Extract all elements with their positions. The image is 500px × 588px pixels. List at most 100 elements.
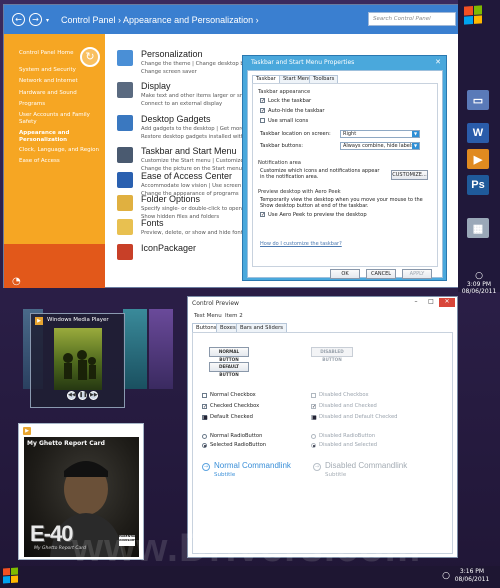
right-checkbox-2[interactable]: ■ — [311, 415, 317, 421]
normal-radio[interactable] — [202, 434, 207, 439]
apply-button[interactable]: APPLY — [402, 269, 432, 279]
arrow-right-icon: → — [313, 463, 321, 471]
category-icon — [117, 50, 133, 66]
previous-button[interactable]: ◀◀ — [67, 391, 76, 400]
selected-radio-label: Selected RadioButton — [210, 442, 267, 448]
normal-button[interactable]: NORMAL BUTTON — [209, 347, 249, 362]
explorer-icon[interactable]: ▦ — [467, 218, 489, 238]
lock-taskbar-checkbox[interactable]: ✓ — [260, 98, 265, 104]
disabled-button[interactable]: DISABLED BUTTON — [311, 347, 353, 362]
search-input[interactable]: Search Control Panel — [368, 12, 456, 26]
menu-test-menu[interactable]: Test Menu — [194, 313, 222, 319]
normal-commandlink[interactable]: → Normal Commandlink Subtitle — [202, 461, 292, 483]
category-icon — [117, 82, 133, 98]
album-thumbnail[interactable] — [123, 309, 147, 389]
dialog-title: Taskbar and Start Menu Properties — [251, 59, 355, 66]
right-checkbox-label: Disabled and Default Checked — [319, 414, 398, 420]
buttons-label: Taskbar buttons: — [260, 143, 304, 149]
aero-peek-checkbox[interactable]: ✓ — [260, 212, 265, 218]
category-title[interactable]: Display — [141, 81, 171, 91]
clock-bottom[interactable]: 3:16 PM 08/06/2011 — [452, 568, 492, 584]
album-thumbnail[interactable] — [149, 309, 173, 389]
category-title[interactable]: IconPackager — [141, 243, 196, 253]
breadcrumb[interactable]: Control Panel › Appearance and Personali… — [61, 15, 259, 25]
sidebar-item-hardware[interactable]: Hardware and Sound — [19, 90, 103, 97]
buttons-select[interactable]: Always combine, hide labels ▼ — [340, 142, 420, 150]
category-task-link[interactable]: Change screen saver — [141, 69, 197, 75]
right-checkbox-1[interactable]: ✓ — [311, 404, 316, 410]
chevron-down-icon: ▼ — [412, 143, 419, 149]
disabled-selected-radio[interactable] — [311, 443, 316, 448]
customize-button[interactable]: CUSTOMIZE... — [391, 170, 428, 180]
left-checkbox-0[interactable] — [202, 393, 207, 398]
sidebar-item-home[interactable]: Control Panel Home — [19, 50, 103, 57]
history-dropdown-icon[interactable]: ▾ — [46, 17, 49, 24]
category-title[interactable]: Personalization — [141, 49, 203, 59]
rss-icon[interactable]: ◔ — [12, 276, 26, 290]
ok-button[interactable]: OK — [330, 269, 360, 279]
forward-button[interactable]: → — [29, 13, 42, 26]
start-button[interactable] — [3, 567, 23, 586]
sidebar-item-programs[interactable]: Programs — [19, 101, 103, 108]
right-checkbox-0[interactable] — [311, 393, 316, 398]
category-title[interactable]: Folder Options — [141, 194, 200, 204]
left-checkbox-label: Normal Checkbox — [210, 392, 256, 398]
help-link[interactable]: How do I customize the taskbar? — [260, 241, 342, 247]
category-title[interactable]: Desktop Gadgets — [141, 114, 211, 124]
window-icon[interactable]: ▭ — [467, 90, 489, 110]
sidebar-item-user-accounts[interactable]: User Accounts and Family Safety — [19, 112, 103, 125]
commandlink-subtitle: Subtitle — [214, 472, 236, 478]
menu-item-2[interactable]: Item 2 — [225, 313, 243, 319]
location-select[interactable]: Right ▼ — [340, 130, 420, 138]
disabled-radio[interactable] — [311, 434, 316, 439]
photoshop-icon[interactable]: Ps — [467, 175, 489, 195]
buttons-value: Always combine, hide labels — [343, 143, 414, 149]
next-button[interactable]: ▶▶ — [89, 391, 98, 400]
network-icon[interactable]: ○ — [442, 571, 450, 581]
word-icon[interactable]: W — [467, 123, 489, 143]
cancel-button[interactable]: CANCEL — [366, 269, 396, 279]
windows-logo-icon — [464, 5, 482, 25]
windows-logo-icon — [3, 567, 18, 584]
category-title[interactable]: Taskbar and Start Menu — [141, 146, 237, 156]
notification-group-label: Notification area — [258, 160, 301, 166]
sidebar-item-network[interactable]: Network and Internet — [19, 78, 103, 85]
category-title[interactable]: Ease of Access Center — [141, 171, 232, 181]
normal-radio-label: Normal RadioButton — [210, 433, 263, 439]
category-task-link[interactable]: Make text and other items larger or smal… — [141, 93, 257, 99]
start-button[interactable] — [464, 5, 490, 30]
left-checkbox-2[interactable]: ■ — [202, 415, 208, 421]
clock-right[interactable]: ○ 3:09 PM 08/06/2011 — [458, 272, 500, 296]
left-checkbox-label: Default Checked — [210, 414, 253, 420]
close-button[interactable]: ✕ — [433, 58, 443, 66]
category-title[interactable]: Fonts — [141, 218, 164, 228]
small-icons-checkbox[interactable] — [260, 118, 265, 123]
right-taskbar: ▭ W ▶ Ps ▦ ○ 3:09 PM 08/06/2011 — [458, 0, 500, 296]
clock-date: 08/06/2011 — [461, 288, 497, 295]
category-task-link[interactable]: Specify single- or double-click to open — [141, 206, 242, 212]
album-art — [54, 328, 102, 390]
sidebar-item-ease-of-access[interactable]: Ease of Access — [19, 158, 103, 165]
default-button[interactable]: DEFAULT BUTTON — [209, 362, 249, 377]
sidebar-item-clock-language[interactable]: Clock, Language, and Region — [19, 147, 103, 154]
back-button[interactable]: ← — [12, 13, 25, 26]
category-task-link[interactable]: Preview, delete, or show and hide fonts — [141, 230, 246, 236]
disabled-commandlink[interactable]: → Disabled Commandlink Subtitle — [313, 461, 413, 483]
sidebar-item-system-security[interactable]: System and Security — [19, 67, 103, 74]
peek-text: Temporarily view the desktop when you mo… — [260, 197, 423, 209]
selected-radio[interactable] — [202, 443, 207, 448]
play-icon[interactable]: ▶ — [23, 427, 31, 435]
disabled-radio-label: Disabled RadioButton — [319, 433, 376, 439]
media-icon[interactable]: ▶ — [467, 149, 489, 169]
pause-button[interactable]: ❚❚ — [78, 391, 87, 400]
aero-peek-label: Use Aero Peek to preview the desktop — [268, 212, 367, 218]
close-button[interactable]: ✕ — [439, 298, 455, 307]
chevron-down-icon: ▼ — [412, 131, 419, 137]
minimize-button[interactable]: – — [409, 298, 423, 307]
category-icon — [117, 244, 133, 260]
maximize-button[interactable]: □ — [424, 298, 438, 307]
auto-hide-checkbox[interactable]: ✓ — [260, 108, 265, 114]
category-task-link[interactable]: Connect to an external display — [141, 101, 222, 107]
left-checkbox-1[interactable]: ✓ — [202, 404, 207, 410]
sidebar-item-appearance[interactable]: Appearance and Personalization — [19, 130, 103, 143]
